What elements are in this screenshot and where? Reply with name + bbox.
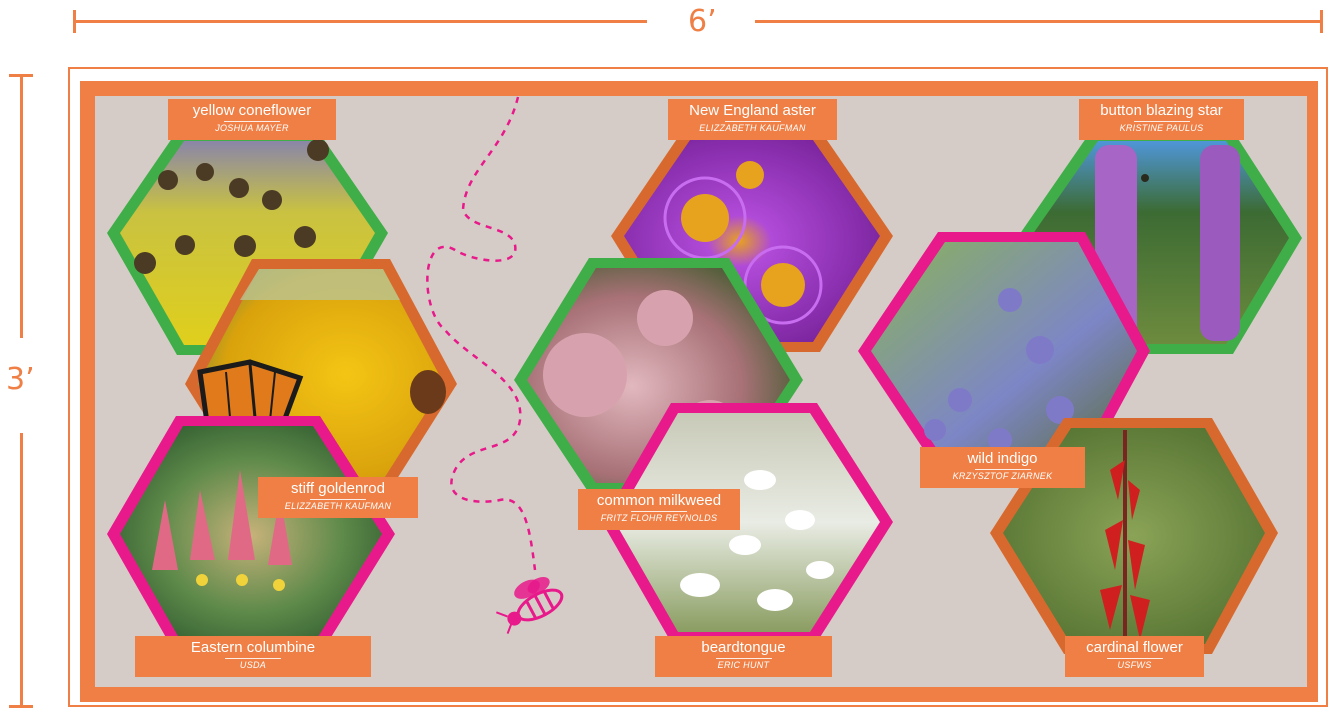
photo-credit: ELIZZABETH KAUFMAN (284, 501, 392, 511)
divider (224, 121, 280, 122)
divider (1133, 121, 1190, 122)
plant-label-button-blazing-star: button blazing star KRISTINE PAULUS (1079, 99, 1244, 140)
plant-label-beardtongue: beardtongue ERIC HUNT (655, 636, 832, 677)
plant-label-common-milkweed: common milkweed FRITZ FLOHR REYNOLDS (578, 489, 740, 530)
plant-name: beardtongue (701, 639, 786, 656)
plant-label-wild-indigo: wild indigo KRZYSZTOF ZIARNEK (920, 447, 1085, 488)
plant-name: stiff goldenrod (291, 480, 385, 497)
divider (715, 658, 772, 659)
divider (1106, 658, 1163, 659)
divider (310, 499, 366, 500)
plant-name: common milkweed (596, 492, 722, 509)
divider (631, 511, 687, 512)
plant-name: yellow coneflower (192, 102, 312, 119)
divider (724, 121, 781, 122)
plant-label-new-england-aster: New England aster ELIZZABETH KAUFMAN (668, 99, 837, 140)
dashed-flight-path (426, 96, 537, 571)
photo-credit: JOSHUA MAYER (215, 123, 289, 133)
photo-credit: KRISTINE PAULUS (1119, 123, 1204, 133)
photo-credit: FRITZ FLOHR REYNOLDS (600, 513, 718, 523)
photo-credit: ELIZZABETH KAUFMAN (699, 123, 806, 133)
plant-name: button blazing star (1100, 102, 1223, 119)
plant-label-cardinal-flower: cardinal flower USFWS (1065, 636, 1204, 677)
photo-credit: KRZYSZTOF ZIARNEK (952, 471, 1053, 481)
photo-credit: ERIC HUNT (717, 660, 770, 670)
photo-credit: USDA (239, 660, 267, 670)
photo-credit: USFWS (1117, 660, 1152, 670)
plant-name: Eastern columbine (190, 639, 316, 656)
plant-label-eastern-columbine: Eastern columbine USDA (135, 636, 371, 677)
plant-name: New England aster (689, 102, 816, 119)
plant-name: wild indigo (967, 450, 1038, 467)
plant-label-yellow-coneflower: yellow coneflower JOSHUA MAYER (168, 99, 336, 140)
plant-name: cardinal flower (1086, 639, 1183, 656)
plant-label-stiff-goldenrod: stiff goldenrod ELIZZABETH KAUFMAN (258, 477, 418, 518)
divider (974, 469, 1031, 470)
divider (225, 658, 281, 659)
bee-icon (495, 576, 564, 634)
